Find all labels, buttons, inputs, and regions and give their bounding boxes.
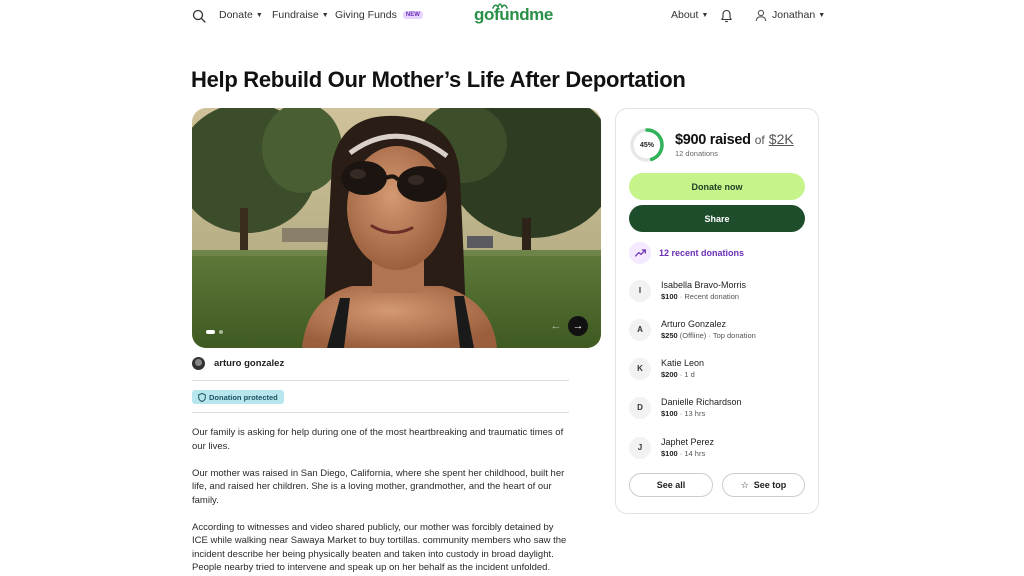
nav-donate-label: Donate (219, 9, 253, 21)
nav-about-label: About (671, 9, 699, 21)
avatar: J (629, 436, 651, 459)
share-button[interactable]: Share (629, 205, 805, 232)
top-nav: Donate ▼ Fundraise ▼ Giving Funds NEW go… (0, 0, 1024, 34)
goal-amount[interactable]: $2K (769, 131, 794, 147)
avatar (192, 357, 205, 370)
of-label: of (754, 133, 765, 147)
donation-note: (Offline) · Top donation (677, 331, 756, 340)
donation-protected-label: Donation protected (209, 392, 278, 402)
donor-meta: $250 (Offline) · Top donation (661, 330, 756, 341)
donor-name: Japhet Perez (661, 437, 715, 447)
donor-item: I Isabella Bravo-Morris $100 · Recent do… (629, 279, 746, 302)
recent-donations-label: 12 recent donations (659, 248, 745, 258)
donation-card: 45% $900 raised of $2K 12 donations Dona… (615, 108, 819, 514)
donor-meta: $100 · 13 hrs (661, 408, 742, 419)
donation-note: · 13 hrs (677, 409, 706, 418)
avatar: K (629, 357, 651, 380)
avatar: D (629, 396, 651, 419)
donation-note: · 1 d (677, 370, 695, 379)
donation-amount: $100 (661, 449, 678, 458)
campaign-photo[interactable]: ← → (192, 108, 601, 348)
user-name: Jonathan (772, 9, 816, 21)
donor-name: Isabella Bravo-Morris (661, 280, 747, 290)
donor-item: A Arturo Gonzalez $250 (Offline) · Top d… (629, 318, 756, 341)
nav-fundraise-label: Fundraise (272, 9, 319, 21)
amount-raised: $900 raised of $2K (675, 131, 794, 148)
donor-name: Arturo Gonzalez (661, 319, 727, 329)
story-paragraph: Our mother was raised in San Diego, Cali… (192, 467, 565, 506)
story-paragraph: According to witnesses and video shared … (192, 521, 567, 574)
donation-amount: $100 (661, 409, 678, 418)
nav-about[interactable]: About ▼ (671, 9, 708, 21)
arrow-right-icon[interactable]: → (568, 316, 588, 336)
nav-donate[interactable]: Donate ▼ (219, 9, 263, 21)
raised-amount: $900 raised (675, 132, 751, 148)
donor-item: D Danielle Richardson $100 · 13 hrs (629, 396, 742, 419)
organizer-name: arturo gonzalez (214, 358, 285, 369)
shield-icon (198, 392, 206, 402)
gofundme-logo[interactable]: gofundme (474, 5, 553, 25)
star-icon: ☆ (740, 479, 749, 490)
see-top-button[interactable]: ☆ See top (722, 473, 805, 497)
progress-percent: 45% (639, 141, 654, 149)
donate-now-button[interactable]: Donate now (629, 173, 805, 200)
donation-note: · 14 hrs (677, 449, 706, 458)
chevron-down-icon: ▼ (701, 11, 709, 19)
arrow-left-icon[interactable]: ← (547, 317, 565, 335)
donation-note: · Recent donation (677, 292, 739, 301)
organizer[interactable]: arturo gonzalez (192, 357, 284, 370)
recent-donations-header[interactable]: 12 recent donations (629, 242, 744, 264)
donation-count: 12 donations (675, 149, 718, 158)
divider (192, 380, 569, 381)
donation-amount: $200 (661, 370, 678, 379)
nav-giving-funds[interactable]: Giving Funds NEW (335, 9, 423, 21)
donor-meta: $100 · Recent donation (661, 291, 746, 302)
avatar: I (629, 279, 651, 302)
user-menu[interactable]: Jonathan ▼ (772, 9, 825, 21)
search-icon[interactable] (192, 9, 206, 23)
donation-amount: $250 (661, 331, 678, 340)
donor-meta: $100 · 14 hrs (661, 448, 714, 459)
bell-icon[interactable] (720, 9, 733, 23)
story-paragraph: Our family is asking for help during one… (192, 427, 564, 452)
nav-fundraise[interactable]: Fundraise ▼ (272, 9, 329, 21)
user-icon[interactable] (755, 9, 767, 22)
donor-name: Danielle Richardson (661, 397, 742, 407)
divider (192, 412, 569, 413)
see-top-label: See top (753, 480, 787, 490)
campaign-photo-illustration (192, 108, 601, 348)
chevron-down-icon: ▼ (255, 11, 263, 19)
carousel-dot-active[interactable] (206, 330, 215, 334)
chevron-down-icon: ▼ (818, 11, 826, 19)
nav-giving-funds-label: Giving Funds (335, 9, 397, 21)
page-title: Help Rebuild Our Mother’s Life After Dep… (191, 67, 686, 92)
donation-amount: $100 (661, 292, 678, 301)
avatar: A (629, 318, 651, 341)
campaign-story: Our family is asking for help during one… (192, 426, 572, 576)
donor-item: K Katie Leon $200 · 1 d (629, 357, 704, 380)
trending-up-icon (629, 242, 651, 264)
chevron-down-icon: ▼ (321, 11, 329, 19)
donor-name: Katie Leon (661, 358, 705, 368)
new-badge: NEW (402, 11, 423, 19)
donation-protected-badge[interactable]: Donation protected (192, 390, 284, 404)
donor-meta: $200 · 1 d (661, 369, 704, 380)
see-all-button[interactable]: See all (629, 473, 713, 497)
donor-item: J Japhet Perez $100 · 14 hrs (629, 436, 714, 459)
carousel-dot[interactable] (219, 330, 223, 334)
